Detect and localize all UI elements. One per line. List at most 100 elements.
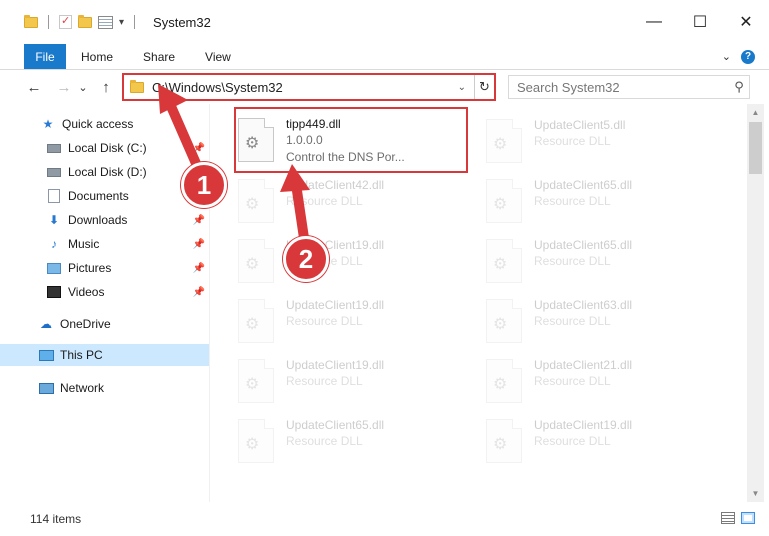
onedrive-icon: ☁ [40,317,52,331]
scroll-up-icon[interactable]: ▲ [747,104,764,121]
file-name: tipp449.dll [286,117,341,131]
pin-icon[interactable]: 📌 [193,143,205,154]
file-item[interactable]: ⚙ UpdateClient63.dll Resource DLL [486,292,722,350]
pin-icon[interactable]: 📌 [193,263,205,274]
file-type: Resource DLL [286,374,363,388]
sidebar-item-label: Pictures [68,261,112,275]
file-item[interactable]: ⚙ UpdateClient19.dllResource DLL [238,232,474,290]
dll-file-icon: ⚙ [238,118,274,162]
file-item[interactable]: ⚙ UpdateClient42.dll Resource DLL [238,172,474,230]
view-switcher [721,512,755,524]
sidebar-item-quick-access[interactable]: ★ Quick access [0,113,209,135]
sidebar-item-local-disk-d[interactable]: Local Disk (D:) [0,161,209,183]
sidebar-item-pictures[interactable]: Pictures 📌 [0,257,209,279]
videos-icon [46,285,62,299]
close-button[interactable]: ✕ [723,0,769,44]
sidebar-item-local-disk-c[interactable]: Local Disk (C:) 📌 [0,137,209,159]
toolbar-divider [48,15,49,29]
tab-share[interactable]: Share [128,44,190,69]
dll-file-icon: ⚙ [238,419,274,463]
sidebar-item-onedrive[interactable]: ☁ OneDrive [0,313,209,335]
up-button[interactable]: ↑ [94,79,118,96]
customize-view-icon[interactable] [98,15,113,29]
file-type: Resource DLL [534,314,611,328]
sidebar-item-this-pc[interactable]: This PC [0,344,209,366]
sidebar-item-label: Quick access [62,117,134,131]
file-name: UpdateClient65.dll [534,178,633,192]
address-bar[interactable]: C:\Windows\System32 ⌄ ↻ [122,73,496,101]
dll-file-icon: ⚙ [238,179,274,223]
sidebar-item-music[interactable]: ♪ Music 📌 [0,233,209,255]
file-name: UpdateClient21.dll [534,358,633,372]
properties-icon[interactable] [59,14,72,29]
file-item[interactable]: ⚙ UpdateClient5.dll Resource DLL [486,112,722,170]
search-input[interactable] [517,77,729,97]
large-icons-view-icon[interactable] [741,512,755,524]
file-name: UpdateClient19.dll [534,418,633,432]
tab-view[interactable]: View [190,44,246,69]
navigation-bar: ← → ⌄ ↑ C:\Windows\System32 ⌄ ↻ ⚲ [0,70,769,104]
sidebar-item-label: Network [60,381,105,395]
forward-button[interactable]: → [52,79,76,96]
pin-icon[interactable]: 📌 [193,239,205,250]
dll-file-icon: ⚙ [238,299,274,343]
pin-icon[interactable]: 📌 [193,215,205,226]
sidebar-item-label: Documents [68,189,129,203]
dll-file-icon: ⚙ [486,119,522,163]
downloads-icon: ⬇ [48,213,60,227]
refresh-icon[interactable]: ↻ [474,75,494,99]
expand-ribbon-icon[interactable]: ⌄ [722,50,731,63]
file-item[interactable]: ⚙ UpdateClient19.dllResource DLL [238,292,474,350]
search-box[interactable]: ⚲ [508,75,750,99]
tab-file[interactable]: File [24,44,66,69]
new-folder-icon[interactable] [78,14,92,28]
dll-file-icon: ⚙ [486,179,522,223]
ribbon-tabs: File Home Share View ⌄ ? [0,44,769,70]
file-type: Resource DLL [534,194,611,208]
file-item[interactable]: ⚙ UpdateClient19.dllResource DLL [238,352,474,410]
dll-file-icon: ⚙ [238,359,274,403]
tab-home[interactable]: Home [66,44,128,69]
address-path[interactable]: C:\Windows\System32 [152,80,283,95]
file-item-tipp449[interactable]: ⚙ tipp449.dll 1.0.0.0 Control the DNS Po… [234,107,468,173]
details-view-icon[interactable] [721,512,735,524]
help-icon[interactable]: ? [741,49,755,64]
maximize-button[interactable]: ☐ [677,0,723,44]
file-type: Resource DLL [534,134,611,148]
file-item[interactable]: ⚙ UpdateClient19.dllResource DLL [486,412,722,470]
pin-icon[interactable]: 📌 [193,287,205,298]
file-item[interactable]: ⚙ UpdateClient65.dll Resource DLL [486,232,722,290]
sidebar-item-label: Downloads [68,213,128,227]
file-item[interactable]: ⚙ UpdateClient65.dll Resource DLL [486,172,722,230]
file-type: Resource DLL [286,434,363,448]
title-bar: ▾ System32 — ☐ ✕ [0,0,769,44]
search-icon[interactable]: ⚲ [729,79,749,95]
sidebar-item-label: This PC [60,348,103,362]
scroll-down-icon[interactable]: ▼ [747,485,764,502]
dll-file-icon: ⚙ [238,239,274,283]
customize-toolbar-dropdown[interactable]: ▾ [119,17,124,28]
window-title: System32 [153,14,211,30]
file-item[interactable]: ⚙ UpdateClient65.dll Resource DLL [238,412,474,470]
sidebar-item-downloads[interactable]: ⬇ Downloads 📌 [0,209,209,231]
file-name: UpdateClient5.dll [534,118,626,132]
file-list: ⚙ tipp449.dll 1.0.0.0 Control the DNS Po… [211,104,746,502]
sidebar-item-label: Local Disk (D:) [68,165,147,179]
sidebar-item-network[interactable]: Network [0,377,209,399]
dll-file-icon: ⚙ [486,239,522,283]
vertical-scrollbar[interactable]: ▲ ▼ [747,104,764,502]
recent-locations-dropdown[interactable]: ⌄ [76,81,90,94]
minimize-button[interactable]: — [631,0,677,44]
sidebar-item-documents[interactable]: Documents 📌 [0,185,209,207]
file-name: UpdateClient65.dll [534,238,633,252]
address-dropdown-icon[interactable]: ⌄ [458,82,466,93]
back-button[interactable]: ← [22,79,46,96]
file-item[interactable]: ⚙ UpdateClient21.dll Resource DLL [486,352,722,410]
file-version: 1.0.0.0 [286,133,323,147]
star-icon: ★ [42,117,54,131]
file-type: Resource DLL [534,254,611,268]
file-name: UpdateClient42.dll [286,178,385,192]
scroll-thumb[interactable] [749,122,762,174]
sidebar-item-videos[interactable]: Videos 📌 [0,281,209,303]
dll-file-icon: ⚙ [486,359,522,403]
